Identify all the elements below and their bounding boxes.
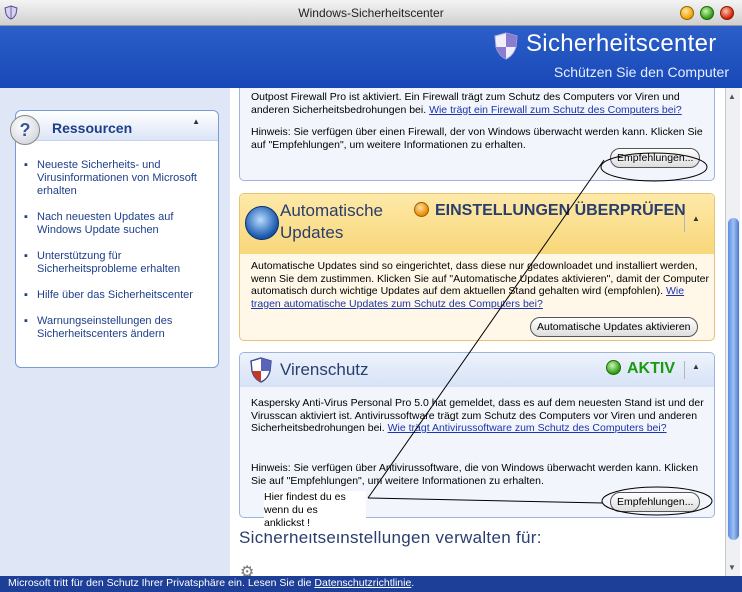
scroll-thumb[interactable] bbox=[728, 218, 739, 540]
updates-title: Automatische Updates bbox=[280, 201, 383, 242]
resources-panel: ? Ressourcen ▲ ▪ Neueste Sicherheits- und… bbox=[10, 110, 219, 368]
divider bbox=[684, 361, 685, 379]
settings-icons: ⚙ bbox=[240, 564, 255, 576]
list-item[interactable]: ▪ Nach neuesten Updates auf Windows Updat… bbox=[24, 211, 212, 237]
collapse-icon[interactable]: ▲ bbox=[692, 362, 700, 371]
warning-status-icon bbox=[414, 202, 429, 217]
resource-link[interactable]: Unterstützung für Sicherheitsprobleme er… bbox=[37, 250, 180, 275]
list-item[interactable]: ▪ Hilfe über das Sicherheitscenter bbox=[24, 289, 212, 302]
window-title: Windows-Sicherheitscenter bbox=[298, 6, 444, 20]
antivirus-header[interactable]: Virenschutz AKTIV ▲ bbox=[240, 353, 714, 387]
antivirus-info-link[interactable]: Wie trägt Antivirussoftware zum Schutz d… bbox=[388, 422, 667, 434]
sidebar: ? Ressourcen ▲ ▪ Neueste Sicherheits- und… bbox=[0, 88, 230, 576]
antivirus-hint: Hinweis: Sie verfügen über Antivirussoft… bbox=[251, 462, 699, 487]
resource-link[interactable]: Warnungseinstellungen des Sicherheitscen… bbox=[37, 315, 172, 340]
close-button[interactable] bbox=[720, 6, 734, 20]
privacy-link[interactable]: Datenschutzrichtlinie bbox=[314, 577, 411, 589]
ok-status-icon bbox=[606, 360, 621, 375]
shield-icon bbox=[494, 32, 518, 60]
updates-status: EINSTELLUNGEN ÜBERPRÜFEN bbox=[414, 202, 686, 220]
antivirus-recommendations-button[interactable]: Empfehlungen... bbox=[610, 492, 701, 512]
firewall-recommendations-button[interactable]: Empfehlungen... bbox=[610, 148, 701, 168]
firewall-info-link[interactable]: Wie trägt ein Firewall zum Schutz des Co… bbox=[429, 104, 682, 116]
list-item[interactable]: ▪ Warnungseinstellungen des Sicherheitsce… bbox=[24, 315, 212, 341]
page-subtitle: Schützen Sie den Computer bbox=[553, 64, 729, 80]
resource-link[interactable]: Neueste Sicherheits- und Virusinformatio… bbox=[37, 159, 197, 197]
status-bar: Microsoft tritt für den Schutz Ihrer Pri… bbox=[0, 576, 742, 592]
resource-link[interactable]: Nach neuesten Updates auf Windows Update… bbox=[37, 211, 173, 236]
updates-text: Automatische Updates sind so eingerichte… bbox=[251, 260, 709, 310]
resources-header[interactable]: ? Ressourcen ▲ bbox=[10, 111, 218, 145]
resources-title: Ressourcen bbox=[52, 120, 133, 136]
shield-check-icon bbox=[250, 357, 272, 383]
collapse-icon[interactable]: ▲ bbox=[192, 117, 200, 126]
maximize-button[interactable] bbox=[700, 6, 714, 20]
firewall-text: Outpost Firewall Pro ist aktiviert. Ein … bbox=[251, 91, 682, 116]
resources-list: ▪ Neueste Sicherheits- und Virusinformati… bbox=[24, 159, 212, 354]
help-icon: ? bbox=[10, 115, 40, 145]
antivirus-title: Virenschutz bbox=[280, 360, 369, 379]
resource-link[interactable]: Hilfe über das Sicherheitscenter bbox=[37, 289, 193, 301]
minimize-button[interactable] bbox=[680, 6, 694, 20]
updates-card: Automatische Updates EINSTELLUNGEN ÜBERP… bbox=[239, 193, 715, 341]
updates-header[interactable]: Automatische Updates EINSTELLUNGEN ÜBERP… bbox=[240, 194, 714, 254]
enable-updates-button[interactable]: Automatische Updates aktivieren bbox=[530, 317, 698, 337]
globe-update-icon bbox=[245, 206, 279, 240]
page-header: Sicherheitscenter Schützen Sie den Compu… bbox=[0, 26, 742, 88]
firewall-card: Outpost Firewall Pro ist aktiviert. Ein … bbox=[239, 88, 715, 181]
annotation-note: Hier findest du es wenn du es anklickst … bbox=[264, 491, 366, 533]
antivirus-text: Kaspersky Anti-Virus Personal Pro 5.0 ha… bbox=[251, 397, 704, 434]
vertical-scrollbar[interactable]: ▲ ▼ bbox=[725, 88, 740, 576]
divider bbox=[684, 214, 685, 232]
scroll-up-icon[interactable]: ▲ bbox=[728, 92, 736, 101]
collapse-icon[interactable]: ▲ bbox=[692, 214, 700, 223]
page-title: Sicherheitscenter bbox=[526, 30, 717, 57]
list-item[interactable]: ▪ Neueste Sicherheits- und Virusinformati… bbox=[24, 159, 212, 198]
list-item[interactable]: ▪ Unterstützung für Sicherheitsprobleme e… bbox=[24, 250, 212, 276]
scroll-down-icon[interactable]: ▼ bbox=[728, 563, 736, 572]
title-bar: Windows-Sicherheitscenter bbox=[0, 0, 742, 26]
antivirus-status: AKTIV bbox=[606, 360, 675, 378]
